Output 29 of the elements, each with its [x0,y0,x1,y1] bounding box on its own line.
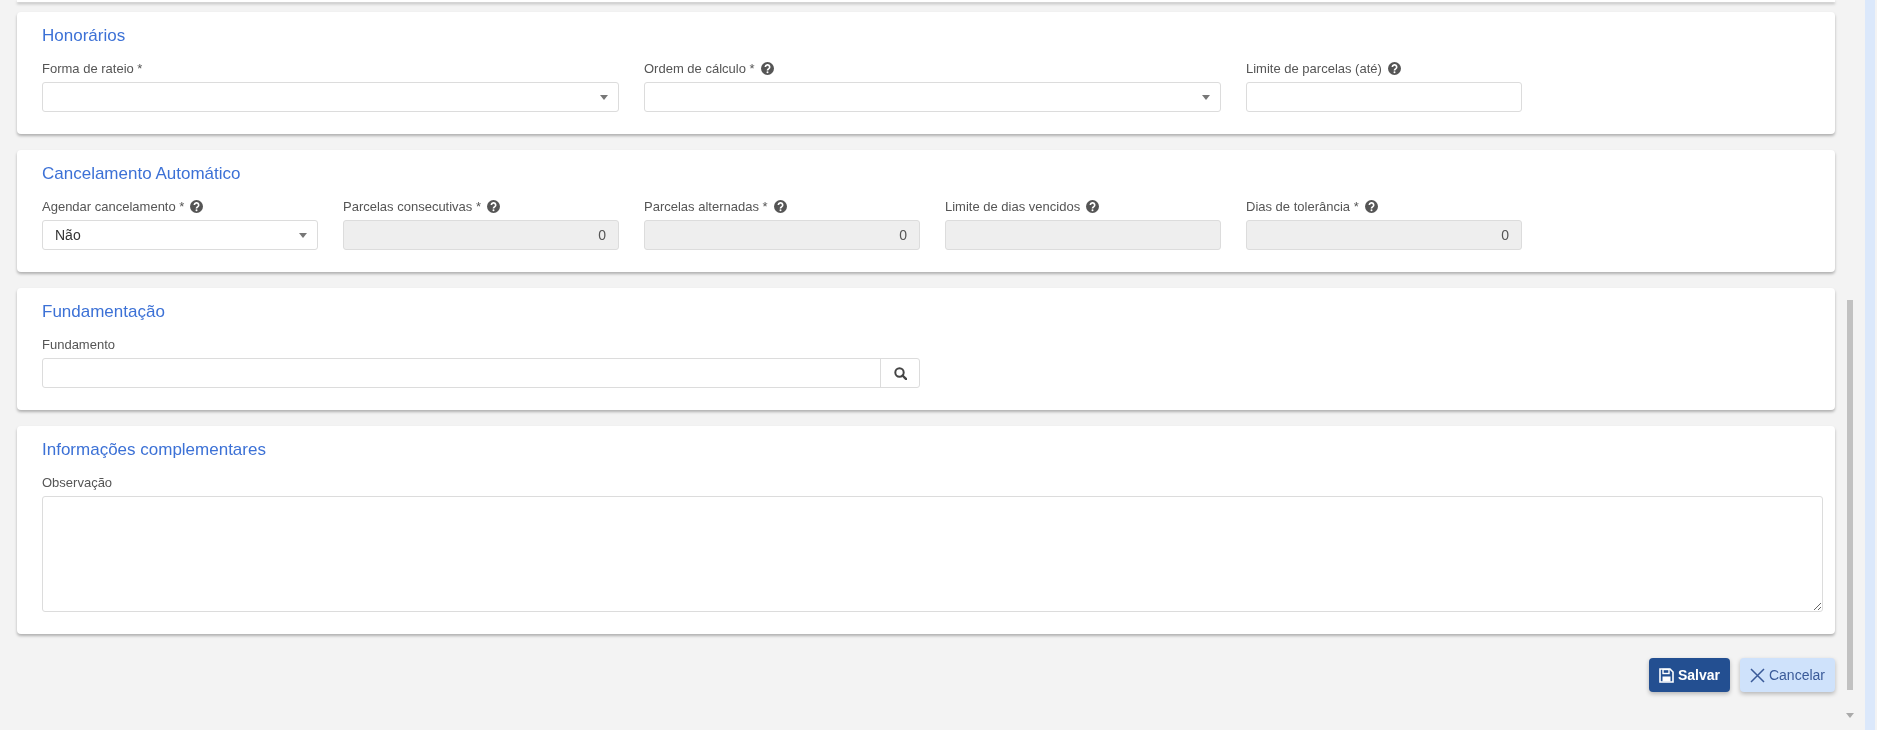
select-field[interactable] [42,82,619,112]
section-title: Informações complementares [42,439,266,461]
field-label: Limite de parcelas (até) [1246,60,1382,76]
cancel-button[interactable]: Cancelar [1739,658,1835,692]
scroll-down-icon[interactable] [1846,713,1854,718]
section-title: Honorários [42,25,126,47]
section-title: Cancelamento Automático [42,163,241,185]
close-icon [1749,667,1765,683]
text-area[interactable] [42,496,1823,612]
search-icon [893,366,907,380]
field-label: Fundamento [42,336,115,352]
save-button[interactable]: Salvar [1648,658,1730,692]
caret-icon [600,94,608,100]
section-title: Fundamentação [42,301,165,323]
field-label: Dias de tolerância * [1246,198,1359,214]
field-label: Agendar cancelamento * [42,198,185,214]
field-label: Forma de rateio * [42,60,143,76]
search-field[interactable] [42,358,920,388]
field-label: Observação [42,474,113,490]
scrollbar-thumb[interactable] [1847,300,1853,690]
field-label: Ordem de cálculo * [644,60,755,76]
select-field[interactable] [644,82,1221,112]
caret-icon [1202,94,1210,100]
field-label: Parcelas alternadas * [644,198,768,214]
input-field[interactable] [1246,82,1522,112]
select-field[interactable]: Não [42,220,318,250]
caret-icon [299,232,307,238]
field-label: Limite de dias vencidos [945,198,1081,214]
field-label: Parcelas consecutivas * [343,198,481,214]
